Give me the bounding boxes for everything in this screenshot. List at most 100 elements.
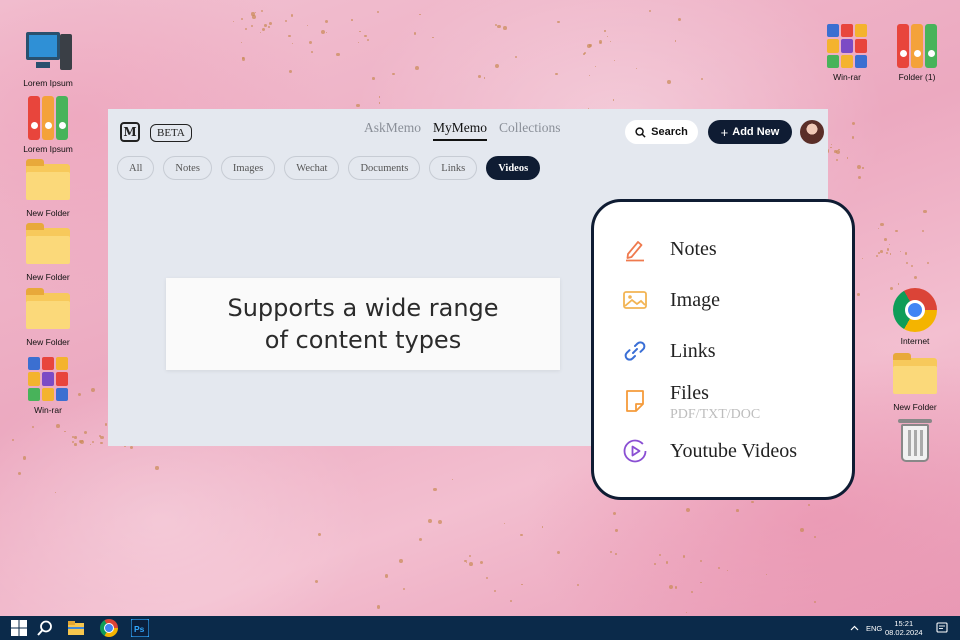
speckle	[100, 435, 104, 440]
speckle	[100, 441, 103, 445]
speckle	[288, 34, 291, 38]
speckle	[861, 258, 863, 260]
speckle	[607, 35, 609, 38]
tab-collections[interactable]: Collections	[499, 120, 561, 141]
speckle	[857, 293, 860, 297]
language-indicator[interactable]: ENG	[866, 616, 882, 640]
speckle	[378, 102, 381, 104]
speckle	[415, 65, 419, 70]
speckle	[308, 40, 313, 45]
filter-wechat[interactable]: Wechat	[284, 156, 340, 180]
speckle	[921, 229, 924, 232]
file-explorer-icon[interactable]	[67, 619, 85, 637]
speckle	[851, 136, 855, 139]
speckle	[63, 430, 66, 433]
speckle	[615, 529, 618, 532]
speckle	[595, 65, 597, 67]
content-types-panel: Notes Image Links Files PDF/TXT/DOC Yout…	[591, 199, 855, 500]
filter-all[interactable]: All	[117, 156, 155, 180]
desktop-icon-new-folder[interactable]: New Folder	[13, 222, 83, 282]
chrome-taskbar-icon[interactable]	[100, 619, 118, 637]
filter-chips: All Notes Images Wechat Documents Links …	[117, 156, 541, 180]
tray-chevron-up-icon[interactable]	[850, 616, 859, 640]
clock[interactable]: 15:21 08.02.2024	[885, 616, 923, 640]
speckle	[700, 560, 703, 563]
speckle	[497, 24, 501, 29]
speckle	[674, 586, 678, 589]
speckle	[74, 436, 77, 439]
speckle	[636, 68, 638, 70]
search-button[interactable]: Search	[625, 120, 698, 144]
speckle	[718, 566, 721, 569]
speckle	[468, 561, 473, 566]
speckle	[384, 574, 389, 579]
speckle	[55, 491, 57, 493]
windows-start-icon[interactable]	[10, 619, 28, 637]
speckle	[856, 165, 861, 170]
speckle	[830, 146, 832, 149]
desktop-icon-computer[interactable]: Lorem Ipsum	[13, 28, 83, 88]
speckle	[478, 74, 482, 78]
desktop-icon-new-folder[interactable]: New Folder	[13, 287, 83, 347]
caption-line-1: Supports a wide range	[227, 294, 499, 322]
speckle	[241, 57, 245, 61]
speckle	[254, 12, 256, 14]
app-logo[interactable]: M	[120, 122, 140, 142]
speckle	[418, 537, 423, 542]
add-new-button[interactable]: + Add New	[708, 120, 792, 144]
desktop-icon-folder-1[interactable]: Folder (1)	[882, 22, 952, 82]
content-type-label: Files	[670, 382, 709, 404]
filter-links[interactable]: Links	[429, 156, 478, 180]
speckle	[311, 51, 314, 54]
speckle	[736, 509, 739, 512]
speckle	[89, 444, 92, 446]
speckle	[835, 150, 840, 155]
desktop-icon-label: Folder (1)	[898, 72, 936, 82]
filter-documents[interactable]: Documents	[348, 156, 421, 180]
search-icon	[635, 126, 646, 138]
speckle	[74, 443, 77, 446]
avatar[interactable]	[800, 120, 824, 144]
file-icon	[626, 390, 644, 412]
speckle	[520, 533, 523, 537]
desktop-icon-internet[interactable]: Internet	[880, 286, 950, 346]
speckle	[56, 424, 60, 428]
speckle	[587, 44, 591, 48]
speckle	[911, 264, 914, 268]
tab-mymemo[interactable]: MyMemo	[433, 120, 487, 141]
play-circle-icon	[623, 439, 647, 463]
notifications-icon[interactable]	[936, 622, 948, 634]
filter-images[interactable]: Images	[220, 156, 276, 180]
filter-notes[interactable]: Notes	[163, 156, 212, 180]
tab-askmemo[interactable]: AskMemo	[364, 120, 421, 141]
speckle	[653, 562, 656, 565]
content-type-sublabel: PDF/TXT/DOC	[670, 407, 761, 422]
speckle	[926, 261, 929, 264]
desktop-icon-new-folder[interactable]: New Folder	[13, 158, 83, 218]
taskbar-search-icon[interactable]	[36, 619, 54, 637]
photoshop-icon[interactable]: Ps	[131, 619, 149, 637]
filter-videos[interactable]: Videos	[486, 156, 541, 180]
speckle	[889, 244, 891, 246]
speckle	[557, 550, 561, 554]
desktop-icon-new-folder[interactable]: New Folder	[880, 352, 950, 412]
binders-icon	[893, 22, 941, 70]
desktop-icon-recycle-bin[interactable]	[880, 418, 950, 466]
winrar-icon	[24, 355, 72, 403]
plus-icon: +	[720, 124, 729, 140]
speckle	[251, 24, 254, 28]
desktop-icon-binders[interactable]: Lorem Ipsum	[13, 94, 83, 154]
content-type-label: Image	[670, 288, 720, 311]
speckle	[18, 472, 22, 476]
speckle	[468, 555, 471, 558]
speckle	[799, 528, 804, 532]
desktop-icon-winrar[interactable]: Win-rar	[13, 355, 83, 415]
speckle	[81, 440, 84, 442]
desktop-icon-label: Lorem Ipsum	[23, 144, 73, 154]
speckle	[356, 103, 360, 108]
desktop-icon-winrar[interactable]: Win-rar	[812, 22, 882, 82]
speckle	[105, 423, 108, 426]
speckle	[503, 522, 505, 525]
desktop-wallpaper: Lorem Ipsum Lorem Ipsum New Folder New F…	[0, 0, 960, 616]
speckle	[862, 167, 864, 169]
